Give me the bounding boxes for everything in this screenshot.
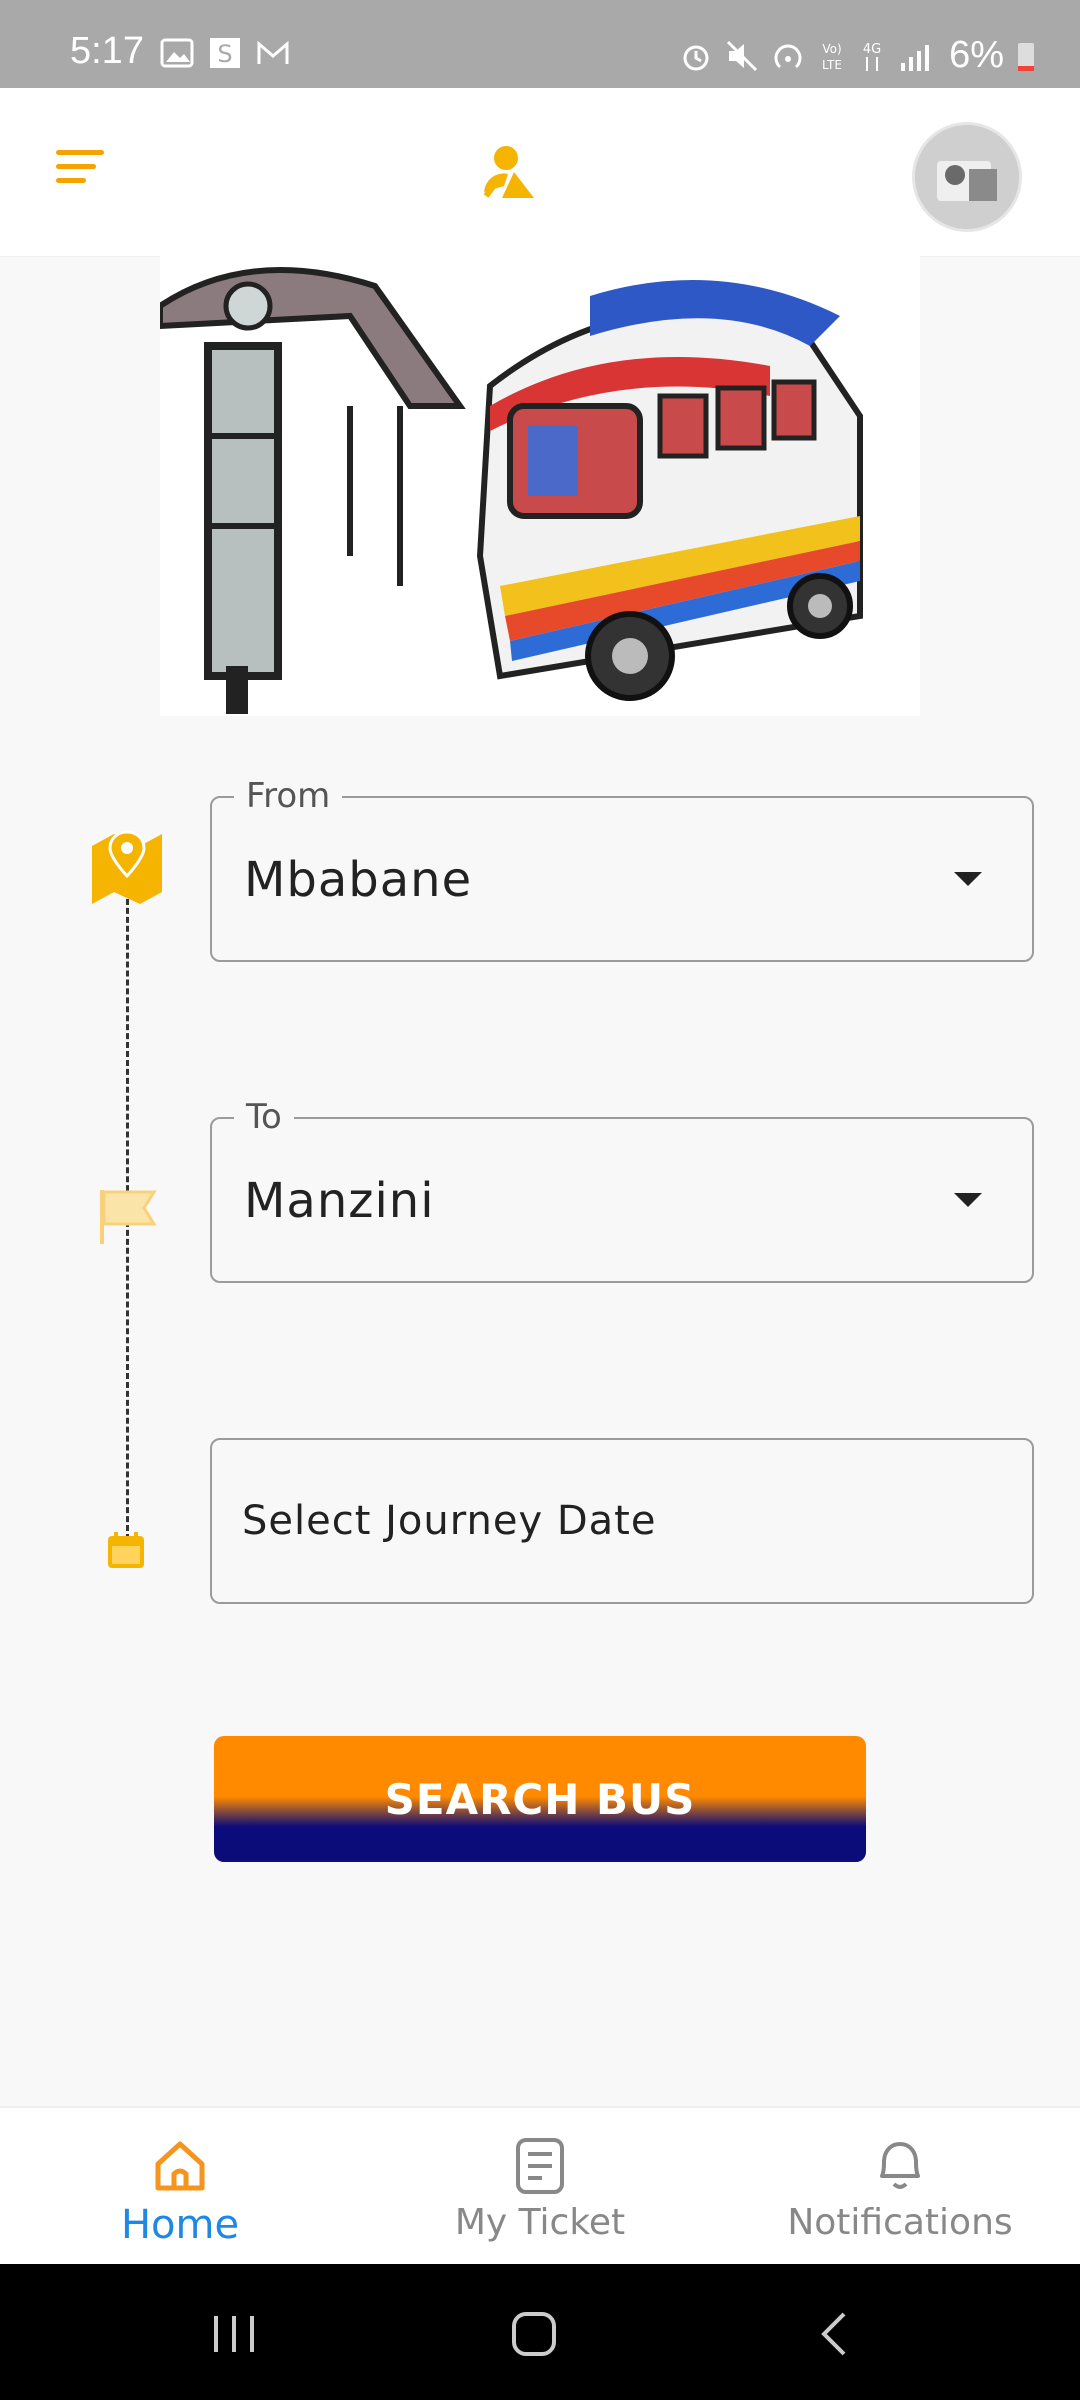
signal-icon xyxy=(901,44,930,71)
nav-my-ticket[interactable]: My Ticket xyxy=(360,2108,720,2266)
svg-text:4G: 4G xyxy=(863,42,881,57)
chevron-down-icon[interactable] xyxy=(954,1193,982,1207)
bus-illustration-image xyxy=(157,267,863,714)
location-map-icon xyxy=(92,830,162,904)
app-header xyxy=(0,88,1080,257)
status-bar: 5:17 S Vo) LTE 4G 6% xyxy=(0,0,1080,88)
bottom-navigation: Home My Ticket Notifications xyxy=(0,2106,1080,2266)
menu-icon[interactable] xyxy=(56,150,108,190)
home-icon xyxy=(155,2141,205,2191)
to-label: To xyxy=(234,1097,294,1137)
from-label: From xyxy=(234,776,343,816)
status-time: 5:17 xyxy=(70,30,144,72)
nav-home[interactable]: Home xyxy=(0,2108,360,2266)
nav-notifications[interactable]: Notifications xyxy=(720,2108,1080,2266)
chevron-down-icon[interactable] xyxy=(954,872,982,886)
profile-avatar[interactable] xyxy=(912,122,1022,232)
gmail-icon xyxy=(257,40,289,64)
volte-icon: Vo) LTE xyxy=(822,42,842,72)
journey-date-field[interactable]: Select Journey Date xyxy=(210,1438,1034,1604)
user-pin-icon[interactable] xyxy=(480,142,540,202)
svg-text:Vo): Vo) xyxy=(822,42,841,56)
image-icon xyxy=(160,38,194,68)
battery-percent: 6% xyxy=(949,34,1004,76)
svg-text:S: S xyxy=(217,40,232,68)
to-dropdown[interactable]: To Manzini xyxy=(210,1097,1034,1283)
flag-icon xyxy=(100,1190,157,1244)
s-app-icon: S xyxy=(210,38,240,68)
avatar-image xyxy=(915,125,1019,229)
battery-icon xyxy=(1018,42,1034,71)
to-value: Manzini xyxy=(244,1173,435,1229)
system-navigation-bar xyxy=(0,2264,1080,2400)
mute-icon xyxy=(727,40,758,71)
from-value: Mbabane xyxy=(244,852,473,908)
hotspot-icon xyxy=(774,44,802,68)
svg-text:LTE: LTE xyxy=(822,58,842,72)
bus-stop-illustration xyxy=(157,256,920,716)
search-bus-button[interactable]: SEARCH BUS xyxy=(214,1736,866,1862)
4g-icon: 4G xyxy=(863,42,881,71)
ticket-icon xyxy=(516,2138,564,2194)
journey-date-placeholder: Select Journey Date xyxy=(242,1498,657,1544)
calendar-icon xyxy=(108,1532,144,1568)
nav-home-label: Home xyxy=(120,2202,240,2248)
nav-my-ticket-label: My Ticket xyxy=(454,2202,626,2243)
alarm-icon xyxy=(683,45,709,70)
nav-notifications-label: Notifications xyxy=(787,2202,1013,2243)
home-button-icon[interactable] xyxy=(504,2304,564,2364)
from-dropdown[interactable]: From Mbabane xyxy=(210,776,1034,962)
recent-apps-icon[interactable] xyxy=(204,2304,264,2364)
back-icon[interactable] xyxy=(806,2304,866,2364)
bell-icon xyxy=(880,2142,920,2189)
